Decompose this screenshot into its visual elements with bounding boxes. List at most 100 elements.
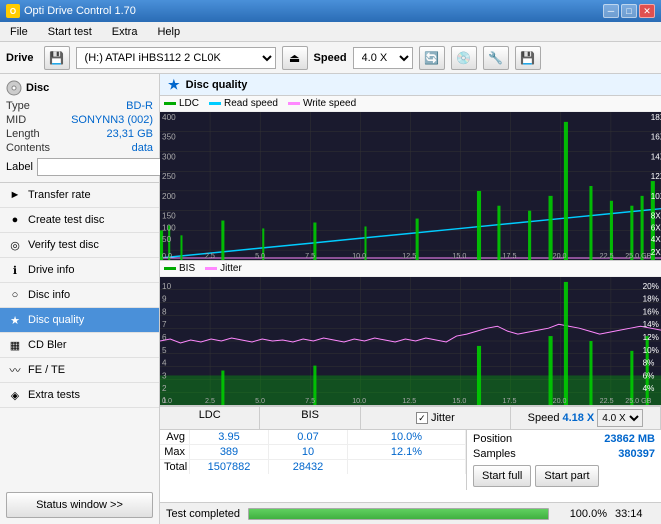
svg-text:10.0: 10.0 <box>352 253 366 260</box>
disc-panel-title: Disc <box>26 82 49 94</box>
stats-avg-bis: 0.07 <box>269 430 348 444</box>
start-part-button[interactable]: Start part <box>535 465 598 487</box>
svg-text:3: 3 <box>162 372 167 381</box>
sidebar-item-disc-info[interactable]: ○ Disc info <box>0 283 159 308</box>
stats-speed-select[interactable]: 4.0 X <box>597 409 643 427</box>
transfer-rate-icon: ► <box>8 188 22 202</box>
ldc-legend-ldc-label: LDC <box>179 98 199 109</box>
bis-chart: BIS Jitter <box>160 261 661 406</box>
sidebar-item-label-verify-test-disc: Verify test disc <box>28 239 99 251</box>
disc-header: Disc <box>6 80 153 96</box>
refresh-button[interactable]: 🔄 <box>419 46 445 70</box>
sidebar-item-label-disc-quality: Disc quality <box>28 314 84 326</box>
jitter-checkbox[interactable]: ✓ <box>416 412 428 424</box>
svg-text:16X: 16X <box>651 133 661 142</box>
speed-col-label: Speed <box>528 412 560 424</box>
svg-text:0.0: 0.0 <box>162 398 172 405</box>
disc-mid-label: MID <box>6 114 26 126</box>
sidebar-item-cd-bler[interactable]: ▦ CD Bler <box>0 333 159 358</box>
svg-text:4%: 4% <box>643 384 655 393</box>
menu-starttest[interactable]: Start test <box>42 24 98 40</box>
svg-text:6%: 6% <box>643 372 655 381</box>
minimize-button[interactable]: ─ <box>603 4 619 18</box>
disc-quality-icon: ★ <box>8 313 22 327</box>
sidebar-item-drive-info[interactable]: ℹ Drive info <box>0 258 159 283</box>
close-button[interactable]: ✕ <box>639 4 655 18</box>
svg-text:0.0: 0.0 <box>162 253 172 260</box>
svg-text:15.0: 15.0 <box>452 253 466 260</box>
disc-button[interactable]: 💿 <box>451 46 477 70</box>
svg-text:5.0: 5.0 <box>255 253 265 260</box>
svg-text:100: 100 <box>162 224 176 233</box>
drive-info-icon: ℹ <box>8 263 22 277</box>
svg-text:22.5: 22.5 <box>600 253 614 260</box>
bis-color <box>164 267 176 270</box>
disc-length-row: Length 23,31 GB <box>6 128 153 140</box>
drive-select[interactable]: (H:) ATAPI iHBS112 2 CL0K <box>76 47 276 69</box>
sidebar-item-verify-test-disc[interactable]: ◎ Verify test disc <box>0 233 159 258</box>
stats-speed-value: 4.18 X <box>562 412 594 424</box>
disc-length-label: Length <box>6 128 40 140</box>
svg-text:15.0: 15.0 <box>452 398 466 405</box>
ldc-color <box>164 102 176 105</box>
speed-select[interactable]: 4.0 X <box>353 47 413 69</box>
sidebar-item-fe-te[interactable]: 〰 FE / TE <box>0 358 159 383</box>
stats-header-row: LDC BIS ✓ Jitter Speed 4.18 X 4.0 X <box>160 407 661 430</box>
sidebar-item-transfer-rate[interactable]: ► Transfer rate <box>0 183 159 208</box>
disc-contents-label: Contents <box>6 142 50 154</box>
menu-file[interactable]: File <box>4 24 34 40</box>
eject-button[interactable]: ⏏ <box>282 46 308 70</box>
disc-panel-icon <box>6 80 22 96</box>
svg-text:17.5: 17.5 <box>503 398 517 405</box>
svg-text:2: 2 <box>162 384 167 393</box>
stats-buttons-row: Start full Start part <box>473 465 655 487</box>
status-text: Test completed <box>166 508 240 520</box>
svg-text:10.0: 10.0 <box>352 398 366 405</box>
disc-label-input[interactable] <box>37 158 175 176</box>
svg-text:2.5: 2.5 <box>205 253 215 260</box>
svg-text:250: 250 <box>162 172 176 181</box>
disc-type-value: BD-R <box>126 100 153 112</box>
position-value: 23862 MB <box>604 433 655 445</box>
sidebar-item-label-extra-tests: Extra tests <box>28 389 80 401</box>
svg-text:8: 8 <box>162 308 167 317</box>
progress-bar-inner <box>249 509 548 519</box>
toolbar: Drive 💾 (H:) ATAPI iHBS112 2 CL0K ⏏ Spee… <box>0 42 661 74</box>
menu-help[interactable]: Help <box>151 24 186 40</box>
stats-avg-ldc: 3.95 <box>190 430 269 444</box>
svg-text:150: 150 <box>162 212 176 221</box>
settings-button[interactable]: 🔧 <box>483 46 509 70</box>
svg-text:350: 350 <box>162 133 176 142</box>
svg-text:12%: 12% <box>643 333 659 342</box>
stats-total-row: Total 1507882 28432 <box>160 460 466 474</box>
save-button[interactable]: 💾 <box>515 46 541 70</box>
status-window-button[interactable]: Status window >> <box>6 492 153 518</box>
fe-te-icon: 〰 <box>8 363 22 377</box>
stats-total-bis: 28432 <box>269 460 348 474</box>
sidebar-item-extra-tests[interactable]: ◈ Extra tests <box>0 383 159 408</box>
svg-text:16%: 16% <box>643 308 659 317</box>
sidebar-item-label-create-test-disc: Create test disc <box>28 214 104 226</box>
svg-text:25.0 GB: 25.0 GB <box>625 253 652 260</box>
maximize-button[interactable]: □ <box>621 4 637 18</box>
disc-mid-row: MID SONYNN3 (002) <box>6 114 153 126</box>
menu-extra[interactable]: Extra <box>106 24 144 40</box>
stats-max-bis: 10 <box>269 445 348 459</box>
svg-text:4X: 4X <box>651 235 661 244</box>
sidebar-item-create-test-disc[interactable]: ● Create test disc <box>0 208 159 233</box>
svg-text:2X: 2X <box>651 248 661 257</box>
sidebar: Disc Type BD-R MID SONYNN3 (002) Length … <box>0 74 160 524</box>
titlebar: O Opti Drive Control 1.70 ─ □ ✕ <box>0 0 661 22</box>
ldc-chart: LDC Read speed Write speed <box>160 96 661 261</box>
svg-text:17.5: 17.5 <box>503 253 517 260</box>
svg-text:12.5: 12.5 <box>402 253 416 260</box>
stats-avg-jitter: 10.0% <box>348 430 466 444</box>
start-full-button[interactable]: Start full <box>473 465 531 487</box>
svg-text:5: 5 <box>162 346 167 355</box>
stats-right-panel: Position 23862 MB Samples 380397 Start f… <box>466 430 661 490</box>
svg-text:14X: 14X <box>651 152 661 161</box>
sidebar-item-disc-quality[interactable]: ★ Disc quality <box>0 308 159 333</box>
charts-area: LDC Read speed Write speed <box>160 96 661 502</box>
speed-label: Speed <box>314 52 347 64</box>
svg-text:50: 50 <box>162 235 172 244</box>
